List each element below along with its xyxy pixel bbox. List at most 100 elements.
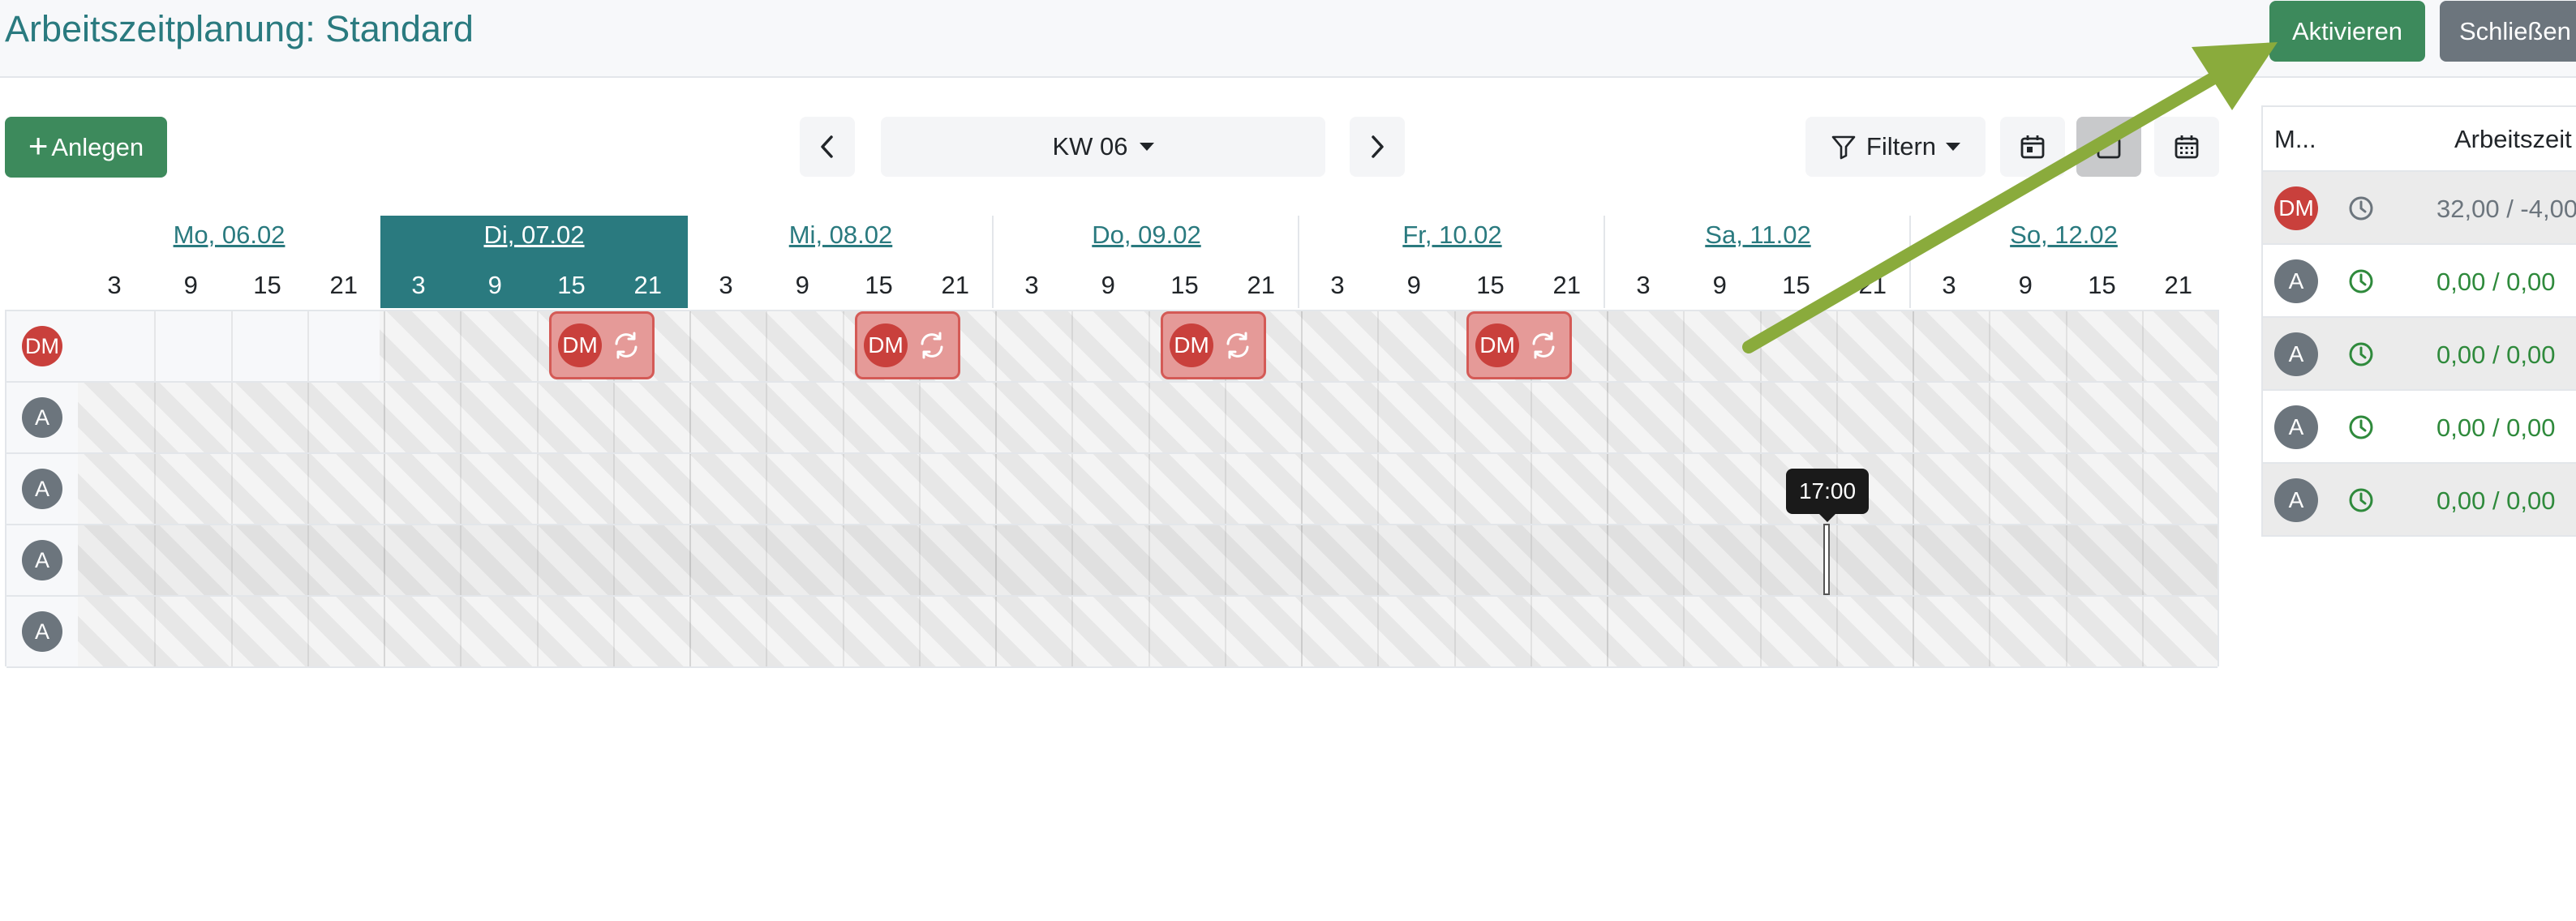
close-button[interactable]: Schließen (2440, 1, 2576, 62)
schedule-row: A (6, 525, 2218, 597)
day-link[interactable]: Mo, 06.02 (76, 221, 382, 250)
grid-line (766, 383, 768, 452)
clock-icon[interactable] (2347, 268, 2375, 295)
grid-line (1377, 383, 1380, 452)
avatar: A (2274, 259, 2318, 303)
grid-line (1301, 597, 1303, 666)
filter-label: Filtern (1865, 132, 1937, 161)
grid-line (1759, 311, 1762, 381)
avatar: DM (2274, 186, 2318, 230)
grid-line (1224, 525, 1226, 595)
grid-line (1301, 383, 1303, 452)
day-link[interactable]: Do, 09.02 (994, 221, 1299, 250)
shift-block[interactable]: DM (1466, 311, 1572, 379)
grid-line (1913, 525, 1914, 595)
avatar[interactable]: DM (22, 326, 62, 366)
avatar: DM (1170, 323, 1213, 367)
day-link[interactable]: Di, 07.02 (380, 221, 688, 250)
day-separator (1909, 216, 1911, 308)
schedule-row: A (6, 454, 2218, 525)
clock-icon[interactable] (2347, 486, 2375, 514)
grid-line (230, 311, 233, 381)
grid-line (1071, 383, 1074, 452)
avatar[interactable]: A (22, 611, 62, 652)
calendar-week-icon (2097, 135, 2121, 159)
day-link[interactable]: Mi, 08.02 (688, 221, 994, 250)
grid-line (536, 383, 539, 452)
activate-button[interactable]: Aktivieren (2269, 1, 2425, 62)
avatar[interactable]: A (22, 397, 62, 438)
hour-tick-label: 9 (487, 271, 502, 299)
day-header: Mo, 06.02 3 9 15 21 (76, 216, 382, 308)
grid-line (995, 454, 997, 524)
hour-tick-label: 9 (795, 271, 809, 299)
grid-line (1989, 597, 1991, 666)
calendar-day-icon (2020, 135, 2045, 159)
repeat-icon (615, 332, 638, 359)
employee-cell: A (6, 383, 78, 452)
avatar[interactable]: A (22, 540, 62, 580)
hour-tick-label: 15 (1476, 271, 1505, 299)
hour-tick-label: 21 (2164, 271, 2192, 299)
grid-line (1759, 597, 1762, 666)
grid-line (1989, 525, 1991, 595)
clock-icon[interactable] (2347, 341, 2375, 368)
grid-line (1453, 597, 1456, 666)
grid-line (1453, 525, 1456, 595)
clock-icon[interactable] (2347, 195, 2375, 222)
hour-tick-label: 21 (633, 271, 662, 299)
grid-line (1989, 383, 1991, 452)
day-link[interactable]: Fr, 10.02 (1299, 221, 1605, 250)
grid-line (1148, 597, 1150, 666)
hour-tick-label: 3 (1942, 271, 1956, 299)
view-week-button[interactable] (2076, 117, 2141, 177)
shift-block[interactable]: DM (549, 311, 655, 379)
grid-line (230, 597, 233, 666)
grid-line (1759, 383, 1762, 452)
grid-line (1071, 311, 1074, 381)
next-week-button[interactable] (1350, 117, 1405, 177)
shift-block[interactable]: DM (855, 311, 960, 379)
shift-block[interactable]: DM (1161, 311, 1266, 379)
grid-line (1835, 525, 1838, 595)
grid-line (1683, 311, 1685, 381)
grid-line (766, 525, 768, 595)
grid-line (307, 525, 309, 595)
clock-icon[interactable] (2347, 413, 2375, 441)
day-header: Di, 07.02 3 9 15 21 (380, 216, 688, 308)
grid-line (2141, 525, 2144, 595)
grid-line (460, 454, 462, 524)
view-day-button[interactable] (2000, 117, 2065, 177)
grid-line (689, 311, 691, 381)
avatar: A (2274, 332, 2318, 376)
view-month-button[interactable] (2154, 117, 2219, 177)
day-header: So, 12.02 3 9 15 21 (1911, 216, 2217, 308)
day-header: Mi, 08.02 3 9 15 21 (688, 216, 994, 308)
grid-line (536, 597, 539, 666)
add-button[interactable]: + Anlegen (5, 117, 167, 178)
grid-line (766, 597, 768, 666)
grid-line (1071, 454, 1074, 524)
work-time-row: DM 32,00 / -4,00 (2261, 172, 2576, 245)
chevron-left-icon (821, 135, 833, 158)
filter-button[interactable]: Filtern (1805, 117, 1986, 177)
grid-line (1377, 525, 1380, 595)
grid-line (2065, 525, 2067, 595)
grid-line (384, 311, 385, 381)
hour-tick-label: 15 (557, 271, 586, 299)
grid-line (307, 597, 309, 666)
previous-week-button[interactable] (800, 117, 855, 177)
avatar: DM (1475, 323, 1519, 367)
grid-line (1759, 454, 1762, 524)
week-select[interactable]: KW 06 (881, 117, 1325, 177)
grid-line (384, 383, 385, 452)
day-link[interactable]: Sa, 11.02 (1605, 221, 1911, 250)
avatar: A (2274, 405, 2318, 449)
avatar[interactable]: A (22, 469, 62, 509)
grid-line (1148, 525, 1150, 595)
grid-line (995, 597, 997, 666)
grid-line (842, 525, 844, 595)
grid-line (1301, 525, 1303, 595)
day-link[interactable]: So, 12.02 (1911, 221, 2217, 250)
work-time-row: A 0,00 / 0,00 (2261, 391, 2576, 464)
